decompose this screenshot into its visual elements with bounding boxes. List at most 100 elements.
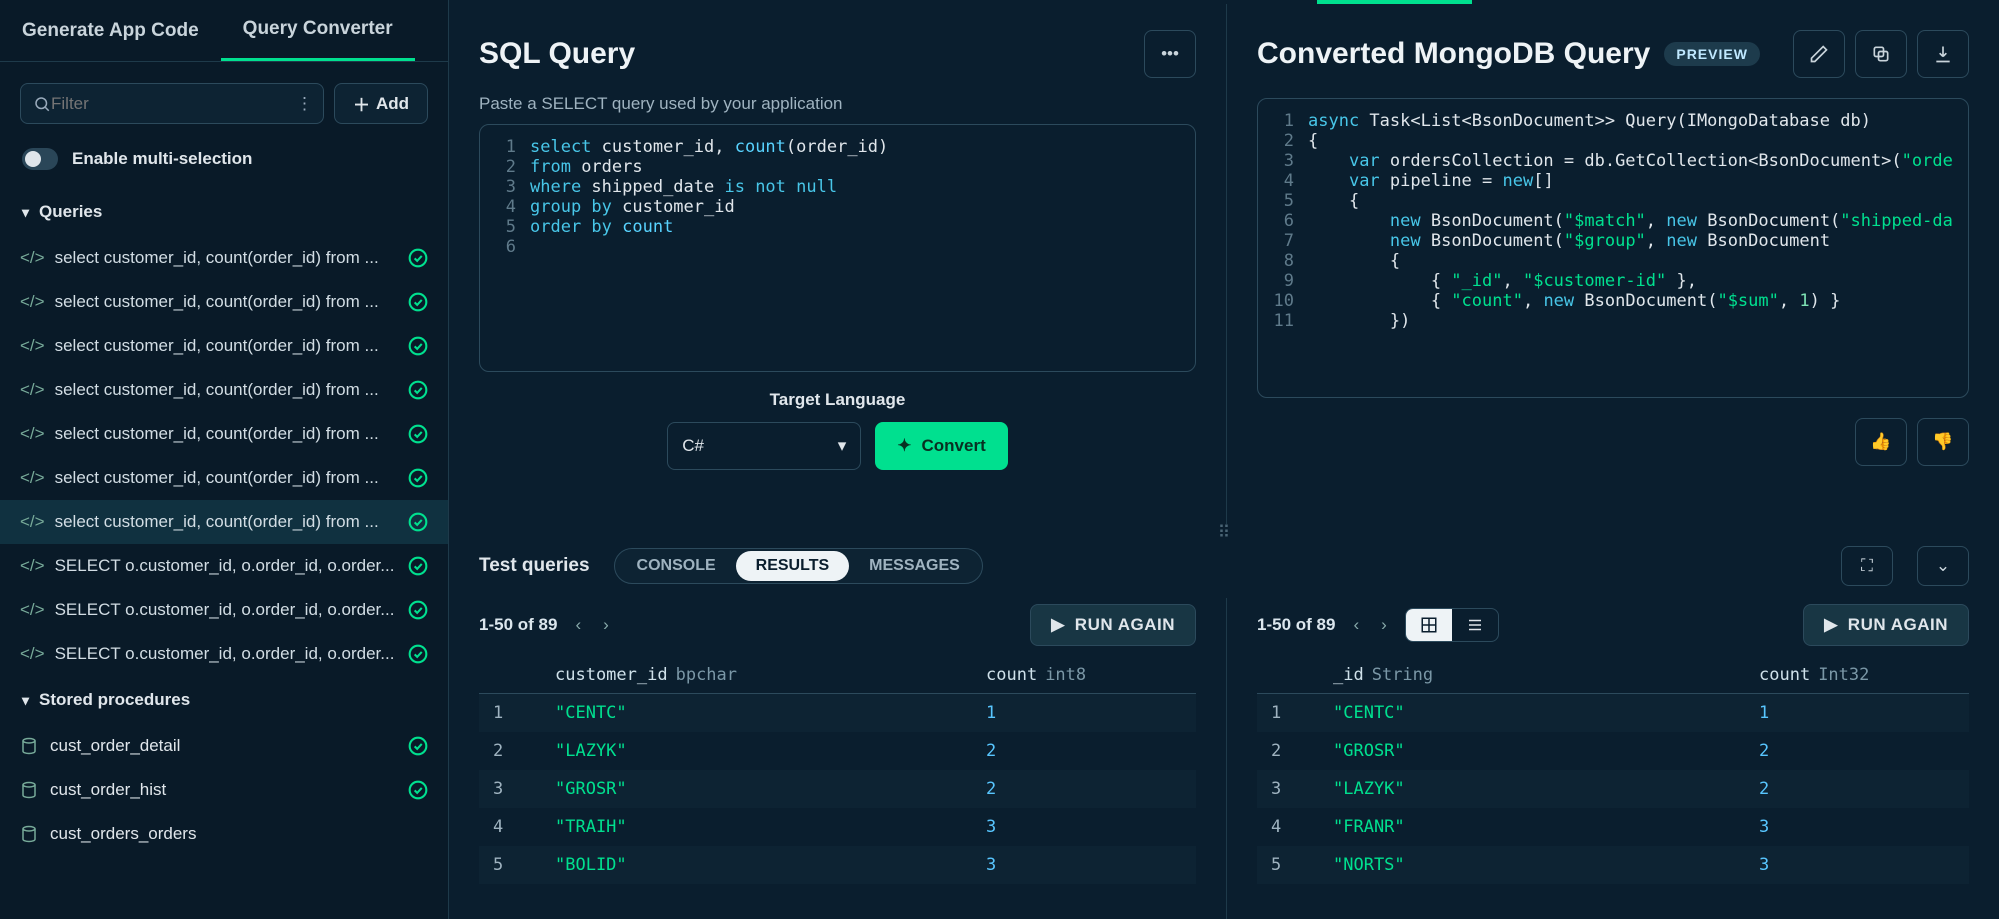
column-header[interactable]: countint8 bbox=[986, 665, 1196, 685]
prev-page-button[interactable]: ‹ bbox=[1349, 611, 1363, 639]
stored-procedures-header[interactable]: ▾ Stored procedures bbox=[0, 676, 448, 724]
check-icon bbox=[408, 468, 428, 488]
mongo-pager: 1-50 of 89 bbox=[1257, 615, 1335, 635]
filter-input-wrapper[interactable]: ⋮ bbox=[20, 83, 324, 124]
tab-console[interactable]: CONSOLE bbox=[617, 551, 736, 581]
list-view-button[interactable] bbox=[1452, 609, 1498, 641]
table-row[interactable]: 4"TRAIH"3 bbox=[479, 808, 1196, 846]
queries-section-header[interactable]: ▾ Queries bbox=[0, 188, 448, 236]
row-index: 5 bbox=[1257, 855, 1327, 875]
sql-editor[interactable]: 1select customer_id, count(order_id)2fro… bbox=[479, 124, 1196, 372]
check-icon bbox=[408, 292, 428, 312]
dots-horizontal-icon: ••• bbox=[1161, 44, 1179, 64]
column-header[interactable]: customer_idbpchar bbox=[549, 665, 986, 685]
code-icon: </> bbox=[20, 380, 45, 400]
mongo-code-view[interactable]: 1async Task<List<BsonDocument>> Query(IM… bbox=[1257, 98, 1969, 398]
cell-value: 1 bbox=[1759, 703, 1969, 723]
row-index: 1 bbox=[1257, 703, 1327, 723]
tab-messages[interactable]: MESSAGES bbox=[849, 551, 980, 581]
results-tabs: CONSOLE RESULTS MESSAGES bbox=[614, 548, 983, 584]
cell-value: "LAZYK" bbox=[549, 741, 986, 761]
cell-value: "CENTC" bbox=[549, 703, 986, 723]
sql-panel-title: SQL Query bbox=[479, 37, 635, 71]
table-row[interactable]: 1"CENTC"1 bbox=[1257, 694, 1969, 732]
tab-generate-app-code[interactable]: Generate App Code bbox=[0, 0, 221, 61]
play-icon: ▶ bbox=[1824, 615, 1838, 635]
cell-value: "GROSR" bbox=[549, 779, 986, 799]
table-row[interactable]: 2"LAZYK"2 bbox=[479, 732, 1196, 770]
sql-run-again-button[interactable]: ▶ RUN AGAIN bbox=[1030, 604, 1196, 646]
convert-button[interactable]: ✦ Convert bbox=[875, 422, 1007, 470]
query-item[interactable]: </>select customer_id, count(order_id) f… bbox=[0, 456, 448, 500]
row-index: 3 bbox=[479, 779, 549, 799]
query-item[interactable]: </>select customer_id, count(order_id) f… bbox=[0, 412, 448, 456]
caret-down-icon: ▾ bbox=[22, 204, 29, 221]
query-item[interactable]: </>select customer_id, count(order_id) f… bbox=[0, 236, 448, 280]
stored-procedure-item[interactable]: cust_orders_orders bbox=[0, 812, 448, 856]
next-page-button[interactable]: › bbox=[599, 611, 613, 639]
thumbs-down-button[interactable]: 👎 bbox=[1917, 418, 1969, 466]
panel-drag-handle[interactable]: ⠿ bbox=[449, 524, 1999, 542]
table-row[interactable]: 2"GROSR"2 bbox=[1257, 732, 1969, 770]
target-language-select[interactable]: C# ▾ bbox=[667, 422, 861, 470]
mongo-run-again-button[interactable]: ▶ RUN AGAIN bbox=[1803, 604, 1969, 646]
multi-selection-toggle[interactable] bbox=[22, 148, 58, 170]
row-index: 2 bbox=[479, 741, 549, 761]
column-header[interactable]: _idString bbox=[1327, 665, 1759, 685]
sql-pager: 1-50 of 89 bbox=[479, 615, 557, 635]
query-item[interactable]: </>select customer_id, count(order_id) f… bbox=[0, 500, 448, 544]
query-item-label: SELECT o.customer_id, o.order_id, o.orde… bbox=[55, 600, 398, 620]
copy-button[interactable] bbox=[1855, 30, 1907, 78]
table-row[interactable]: 1"CENTC"1 bbox=[479, 694, 1196, 732]
pencil-icon bbox=[1809, 44, 1829, 64]
edit-button[interactable] bbox=[1793, 30, 1845, 78]
cell-value: "CENTC" bbox=[1327, 703, 1759, 723]
query-item[interactable]: </>SELECT o.customer_id, o.order_id, o.o… bbox=[0, 544, 448, 588]
query-item-label: select customer_id, count(order_id) from… bbox=[55, 336, 398, 356]
query-item[interactable]: </>select customer_id, count(order_id) f… bbox=[0, 324, 448, 368]
sql-more-button[interactable]: ••• bbox=[1144, 30, 1196, 78]
prev-page-button[interactable]: ‹ bbox=[571, 611, 585, 639]
column-header[interactable]: countInt32 bbox=[1759, 665, 1969, 685]
tab-results[interactable]: RESULTS bbox=[736, 551, 849, 581]
filter-more-icon[interactable]: ⋮ bbox=[296, 94, 313, 114]
query-item[interactable]: </>SELECT o.customer_id, o.order_id, o.o… bbox=[0, 632, 448, 676]
add-button[interactable]: ＋ Add bbox=[334, 83, 428, 124]
code-icon: </> bbox=[20, 248, 45, 268]
filter-input[interactable] bbox=[51, 94, 296, 114]
cell-value: "NORTS" bbox=[1327, 855, 1759, 875]
download-button[interactable] bbox=[1917, 30, 1969, 78]
cell-value: 3 bbox=[1759, 817, 1969, 837]
table-view-button[interactable] bbox=[1406, 609, 1452, 641]
stored-procedure-item[interactable]: cust_order_detail bbox=[0, 724, 448, 768]
table-row[interactable]: 4"FRANR"3 bbox=[1257, 808, 1969, 846]
check-icon bbox=[408, 556, 428, 576]
caret-down-icon: ▾ bbox=[22, 692, 29, 709]
mongo-panel: Converted MongoDB Query PREVIEW bbox=[1227, 4, 1999, 524]
run-again-label: RUN AGAIN bbox=[1848, 615, 1948, 635]
collapse-button[interactable]: ⌄ bbox=[1917, 546, 1969, 586]
cell-value: 2 bbox=[986, 741, 1196, 761]
query-item-label: select customer_id, count(order_id) from… bbox=[55, 380, 398, 400]
search-icon bbox=[33, 95, 51, 113]
query-item[interactable]: </> select customer_id, count(order_id) f… bbox=[0, 368, 448, 412]
tab-query-converter[interactable]: Query Converter bbox=[221, 0, 415, 61]
row-index: 3 bbox=[1257, 779, 1327, 799]
table-row[interactable]: 5"NORTS"3 bbox=[1257, 846, 1969, 884]
stored-procedure-item[interactable]: cust_order_hist bbox=[0, 768, 448, 812]
queries-header-label: Queries bbox=[39, 202, 102, 222]
query-item[interactable]: </>SELECT o.customer_id, o.order_id, o.o… bbox=[0, 588, 448, 632]
table-icon bbox=[1420, 616, 1438, 634]
code-icon: </> bbox=[20, 644, 45, 664]
row-index: 4 bbox=[479, 817, 549, 837]
table-row[interactable]: 5"BOLID"3 bbox=[479, 846, 1196, 884]
expand-button[interactable]: ⛶ bbox=[1841, 546, 1893, 586]
thumbs-up-button[interactable]: 👍 bbox=[1855, 418, 1907, 466]
query-item-label: select customer_id, count(order_id) from… bbox=[55, 292, 398, 312]
query-item[interactable]: </>select customer_id, count(order_id) f… bbox=[0, 280, 448, 324]
check-icon bbox=[408, 736, 428, 756]
table-row[interactable]: 3"LAZYK"2 bbox=[1257, 770, 1969, 808]
next-page-button[interactable]: › bbox=[1377, 611, 1391, 639]
table-row[interactable]: 3"GROSR"2 bbox=[479, 770, 1196, 808]
sparkle-icon: ✦ bbox=[897, 436, 911, 456]
